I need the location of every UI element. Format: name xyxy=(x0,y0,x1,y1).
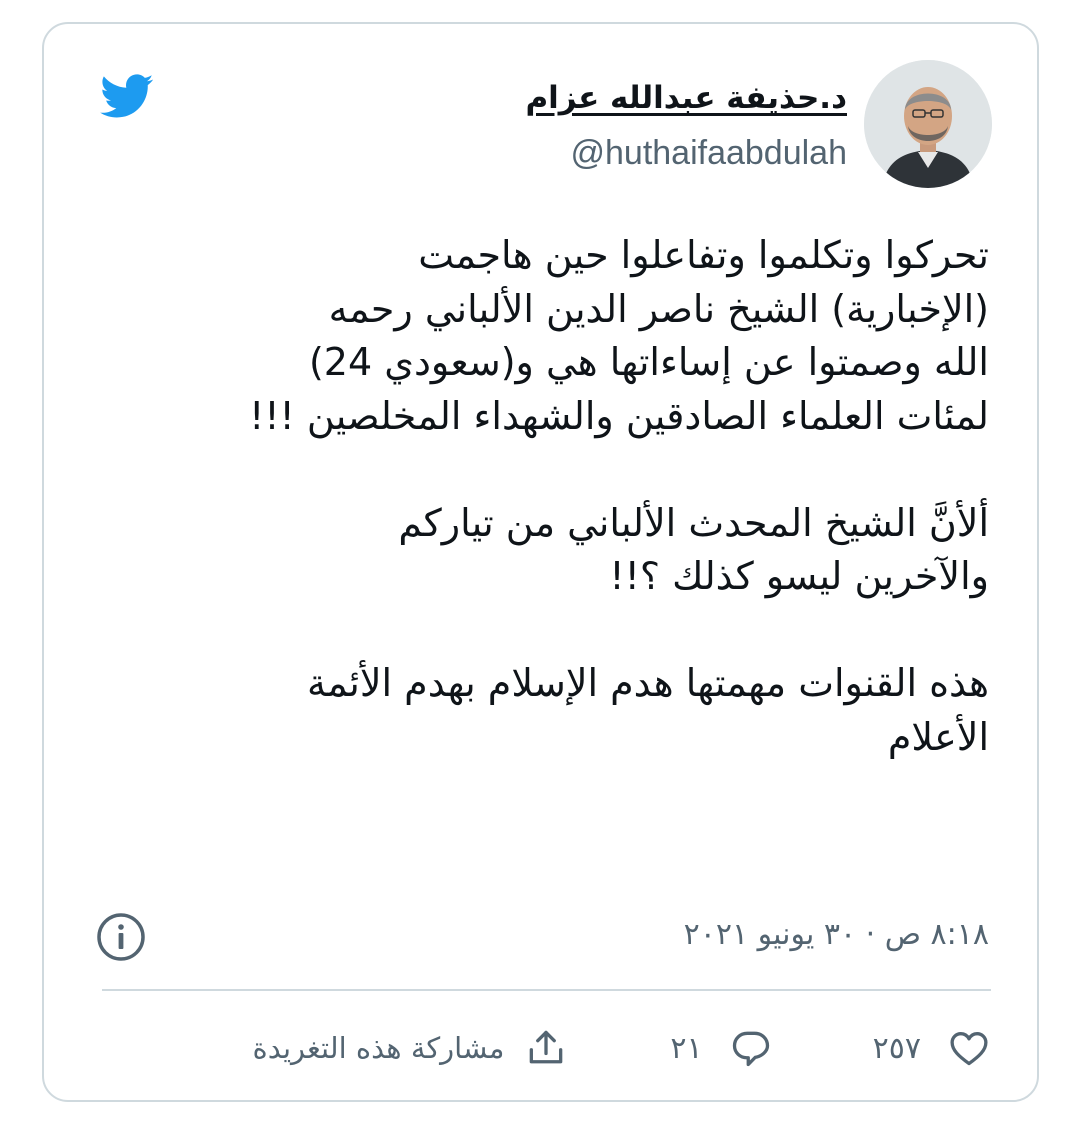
tweet-card: د.حذيفة عبدالله عزام @huthaifaabdulah تح… xyxy=(42,22,1039,1102)
author-display-name[interactable]: د.حذيفة عبدالله عزام xyxy=(525,80,847,116)
tweet-text: تحركوا وتكلموا وتفاعلوا حين هاجمت (الإخب… xyxy=(89,229,989,764)
profile-photo-icon xyxy=(864,60,992,188)
author-handle[interactable]: @huthaifaabdulah xyxy=(570,134,847,173)
share-tweet-button[interactable]: مشاركة هذه التغريدة xyxy=(253,1026,569,1070)
tweet-line: الأعلام xyxy=(887,714,989,759)
likes-count: ٢٥٧ xyxy=(872,1030,921,1066)
tweet-line: لمئات العلماء الصادقين والشهداء المخلصين… xyxy=(249,393,989,438)
tweet-timestamp[interactable]: ٨:١٨ ص · ٣٠ يونيو ٢٠٢١ xyxy=(684,917,989,952)
reply-button[interactable]: ٢١ xyxy=(670,1026,772,1070)
tweet-line: (الإخبارية) الشيخ ناصر الدين الألباني رح… xyxy=(328,286,989,331)
tweet-line: ألأنَّ الشيخ المحدث الألباني من تياركم xyxy=(398,500,989,545)
info-icon[interactable] xyxy=(96,912,146,962)
like-button[interactable]: ٢٥٧ xyxy=(873,1026,991,1070)
share-label: مشاركة هذه التغريدة xyxy=(252,1031,505,1065)
reply-bubble-icon xyxy=(732,1031,769,1067)
divider xyxy=(102,989,991,991)
replies-count: ٢١ xyxy=(670,1030,703,1066)
tweet-line: والآخرين ليسو كذلك ؟!! xyxy=(609,554,989,598)
tweet-actions: ٢٥٧ ٢١ مشاركة هذه التغريدة xyxy=(253,1024,991,1072)
avatar[interactable] xyxy=(864,60,992,188)
tweet-line: هذه القنوات مهمتها هدم الإسلام بهدم الأئ… xyxy=(306,661,989,705)
tweet-line: تحركوا وتكلموا وتفاعلوا حين هاجمت xyxy=(418,233,989,277)
heart-icon xyxy=(950,1032,988,1066)
share-icon xyxy=(530,1030,563,1064)
tweet-line: الله وصمتوا عن إساءاتها هي و(سعودي 24) xyxy=(308,340,989,384)
twitter-bird-icon[interactable] xyxy=(94,68,158,124)
